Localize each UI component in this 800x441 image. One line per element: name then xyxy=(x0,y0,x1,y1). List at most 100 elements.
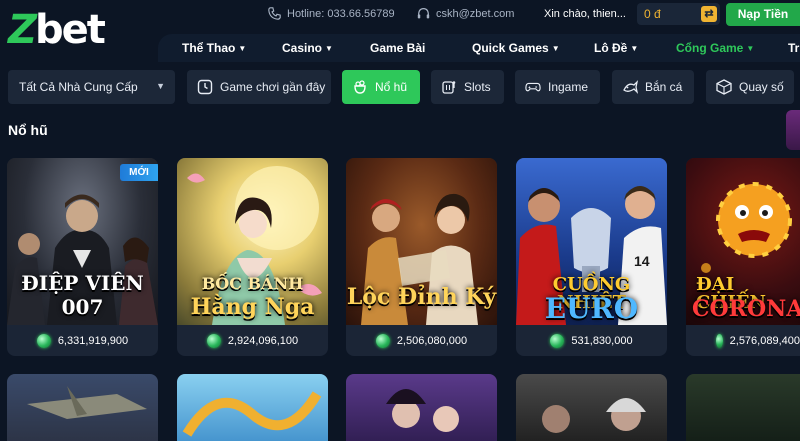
jackpot-value: 2,924,096,100 xyxy=(227,335,299,347)
user-greeting[interactable]: Xin chào, thien... xyxy=(544,8,626,20)
balance-value: 0 đ xyxy=(644,7,661,21)
filter-ingame[interactable]: Ingame xyxy=(515,70,600,104)
nav-label: Tr xyxy=(788,41,800,55)
jackpot-amount: 2,924,096,100 xyxy=(177,328,328,354)
game-thumbnail xyxy=(542,398,646,433)
hotline-text: Hotline: 033.66.56789 xyxy=(287,7,395,20)
jackpot-amount: 2,576,089,400 xyxy=(686,328,800,354)
caret-down-icon: ▼ xyxy=(238,44,247,53)
balance-display: 0 đ ⇄ xyxy=(637,3,720,25)
nav-more[interactable]: Tr xyxy=(788,41,799,55)
main-nav: Thể Thao ▼ Casino ▼ Game Bài Quick Games ▼ … xyxy=(158,34,800,62)
game-subtitle: Hằng Nga xyxy=(190,294,315,320)
filter-no-hu[interactable]: Nổ hũ xyxy=(342,70,420,104)
headset-icon xyxy=(417,8,430,19)
nav-label: Casino xyxy=(282,41,323,55)
filter-label: Ingame xyxy=(548,80,589,94)
jackpot-value: 531,830,000 xyxy=(571,335,633,347)
game-card[interactable]: 14 CUỒNG NHIỆT EURO 531,830,000 xyxy=(516,158,667,356)
email-text: cskh@zbet.com xyxy=(436,7,515,20)
chevron-down-icon: ▼ xyxy=(156,81,165,91)
nav-lo-de[interactable]: Lô Đề ▼ xyxy=(594,41,638,55)
support-email: cskh@zbet.com xyxy=(417,7,514,20)
gem-icon xyxy=(206,334,221,348)
provider-select-value: Tất Cả Nhà Cung Cấp xyxy=(19,80,138,94)
jackpot-amount: 6,331,919,900 xyxy=(7,328,158,354)
gem-icon xyxy=(36,334,51,348)
nav-label: Game Bài xyxy=(370,41,426,55)
caret-down-icon: ▼ xyxy=(325,44,333,53)
game-title: ĐIỆP VIÊN xyxy=(21,271,144,295)
caret-down-icon: ▼ xyxy=(630,44,639,53)
nav-the-thao[interactable]: Thể Thao ▼ xyxy=(182,41,246,55)
hotline: Hotline: 033.66.56789 xyxy=(268,7,395,20)
refresh-balance-icon[interactable]: ⇄ xyxy=(701,6,717,22)
section-title: Nổ hũ xyxy=(8,122,48,138)
game-card[interactable]: Lộc Đỉnh Ký 2,506,080,000 xyxy=(346,158,497,356)
filter-label: Game chơi gần đây xyxy=(220,80,326,94)
game-card[interactable] xyxy=(7,374,158,441)
deposit-button[interactable]: Nạp Tiền xyxy=(726,3,800,26)
nav-label: Cổng Game xyxy=(676,41,744,55)
game-card[interactable] xyxy=(686,374,800,441)
game-card[interactable]: ĐẠI CHIẾN CORONA 2,576,089,400 xyxy=(686,158,800,356)
jackpot-value: 2,576,089,400 xyxy=(729,335,800,347)
jackpot-value: 2,506,080,000 xyxy=(396,335,468,347)
game-subtitle: CORONA xyxy=(692,296,800,322)
game-thumbnail: 14 CUỒNG NHIỆT EURO xyxy=(516,158,667,325)
nav-cong-game[interactable]: Cổng Game ▼ xyxy=(676,41,754,55)
caret-down-icon: ▼ xyxy=(551,44,560,53)
game-thumbnail xyxy=(182,391,322,437)
game-thumbnail: ĐIỆP VIÊN 007 MỚI xyxy=(7,158,158,325)
game-title: BỐC BÁNH xyxy=(201,274,304,293)
game-thumbnail: ĐẠI CHIẾN CORONA xyxy=(686,158,800,325)
game-card[interactable]: ĐIỆP VIÊN 007 MỚI 6,331,919,900 xyxy=(7,158,158,356)
gem-icon xyxy=(550,334,565,348)
provider-select[interactable]: Tất Cả Nhà Cung Cấp ▼ xyxy=(8,70,175,104)
dice-icon xyxy=(716,79,732,95)
nav-label: Quick Games xyxy=(472,41,549,55)
game-card[interactable]: BỐC BÁNH Hằng Nga 2,924,096,100 xyxy=(177,158,328,356)
gem-icon xyxy=(375,334,390,348)
gamepad-icon xyxy=(525,79,541,95)
game-card[interactable] xyxy=(346,374,497,441)
caret-down-icon: ▼ xyxy=(746,44,755,53)
filter-label: Quay số xyxy=(739,80,784,94)
nav-casino[interactable]: Casino ▼ xyxy=(282,41,333,55)
game-thumbnail: Lộc Đỉnh Ký xyxy=(346,158,497,325)
nav-quick-games[interactable]: Quick Games ▼ xyxy=(472,41,560,55)
game-subtitle: 007 xyxy=(61,295,104,319)
filter-recent-games[interactable]: Game chơi gần đây xyxy=(187,70,331,104)
filter-label: Nổ hũ xyxy=(375,80,408,94)
game-thumbnail: BỐC BÁNH Hằng Nga xyxy=(177,158,328,325)
game-subtitle: EURO xyxy=(544,292,639,325)
jackpot-value: 6,331,919,900 xyxy=(57,335,129,347)
side-widget-tab[interactable] xyxy=(786,110,800,150)
phone-icon xyxy=(268,7,281,20)
filter-quay-so[interactable]: Quay số xyxy=(706,70,794,104)
new-badge: MỚI xyxy=(120,164,158,181)
game-thumbnail xyxy=(27,386,147,419)
jackpot-amount: 531,830,000 xyxy=(516,328,667,354)
filter-label: Bắn cá xyxy=(645,80,683,94)
filter-label: Slots xyxy=(464,80,491,94)
jackpot-icon xyxy=(352,79,368,95)
slot-icon xyxy=(441,79,457,95)
nav-label: Lô Đề xyxy=(594,41,628,55)
filter-slots[interactable]: Slots xyxy=(431,70,504,104)
jackpot-amount: 2,506,080,000 xyxy=(346,328,497,354)
nav-game-bai[interactable]: Game Bài xyxy=(370,41,425,55)
zbet-logo[interactable]: Zbet xyxy=(8,6,106,54)
game-thumbnail xyxy=(386,389,459,432)
gem-icon xyxy=(716,334,723,348)
clock-icon xyxy=(197,79,213,95)
filter-ban-ca[interactable]: Bắn cá xyxy=(612,70,694,104)
game-card[interactable] xyxy=(177,374,328,441)
svg-text:14: 14 xyxy=(634,253,650,269)
game-title: Lộc Đỉnh Ký xyxy=(346,284,497,310)
logo-text: bet xyxy=(35,7,106,53)
fish-icon xyxy=(622,79,638,95)
nav-label: Thể Thao xyxy=(182,41,236,55)
game-card[interactable] xyxy=(516,374,667,441)
logo-z: Z xyxy=(8,7,37,53)
